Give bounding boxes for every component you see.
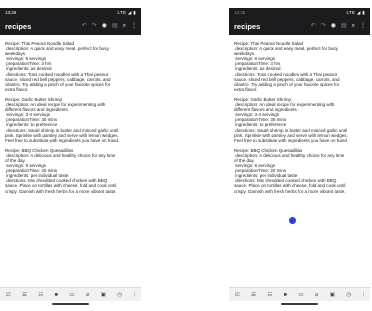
bullet-list-icon[interactable]: ☰ xyxy=(251,288,256,302)
recipe-block: Recipe: Garlic Butter Shrimp description… xyxy=(234,97,366,143)
search-icon[interactable]: ⌕ xyxy=(123,22,126,31)
app-bar-actions: ↶ ↷ ◉ ▤ ⌕ ⋮ xyxy=(82,22,137,31)
more-icon[interactable]: ⁝ xyxy=(133,288,135,302)
preview-icon[interactable]: ◉ xyxy=(102,22,107,31)
app-bar: recipes ↶ ↷ ◉ ▤ ⌕ ⋮ xyxy=(229,18,370,35)
formatting-toolbar: ☑ ☰ ☷ ■ ▭ ⌀ ▣ ◷ ⁝ xyxy=(229,287,370,301)
redo-icon[interactable]: ↷ xyxy=(321,22,326,31)
recipe-line: pink. Sprinkle with parsley and serve wi… xyxy=(5,132,119,138)
recipe-block: Recipe: BBQ Chicken Quesadillas descript… xyxy=(234,148,366,194)
status-time: 13:25 xyxy=(234,10,246,15)
phone-screen-left: 13:25 LTE ◢ ▮ recipes ↶ ↷ ◉ ▤ ⌕ ⋮ Recipe… xyxy=(0,8,141,308)
home-gesture-pill[interactable] xyxy=(52,303,89,305)
table-icon[interactable]: ▭ xyxy=(69,288,74,302)
gesture-nav-bar xyxy=(0,301,141,308)
status-bar: 13:25 LTE ◢ ▮ xyxy=(229,8,370,18)
attachment-icon[interactable]: ⌀ xyxy=(86,288,89,302)
note-editor[interactable]: Recipe: Thai Peanut Noodle Salad descrip… xyxy=(0,35,141,287)
undo-icon[interactable]: ↶ xyxy=(311,22,316,31)
recipe-line: Feel free to substitute with ingredients… xyxy=(5,137,120,143)
app-bar-actions: ↶ ↷ ◉ ▤ ⌕ ⋮ xyxy=(311,22,366,31)
numbered-list-icon[interactable]: ☷ xyxy=(267,288,272,302)
recipe-line: Feel free to substitute with ingredients… xyxy=(234,137,349,143)
clock-icon[interactable]: ◷ xyxy=(346,288,351,302)
note-title: recipes xyxy=(234,22,261,31)
recipe-line: crispy. Garnish with fresh herbs for a m… xyxy=(5,188,117,194)
status-icons: LTE ◢ ▮ xyxy=(117,10,136,15)
clock-icon[interactable]: ◷ xyxy=(117,288,122,302)
recipe-block: Recipe: Thai Peanut Noodle Salad descrip… xyxy=(5,41,137,92)
recipe-line: directions: Sauté shrimp in butter and m… xyxy=(5,127,119,133)
bold-icon[interactable]: ■ xyxy=(284,288,287,302)
recipe-line: crispy. Garnish with fresh herbs for a m… xyxy=(234,188,346,194)
more-vert-icon[interactable]: ⋮ xyxy=(131,22,137,31)
note-title: recipes xyxy=(5,22,32,31)
touch-indicator xyxy=(289,217,296,224)
preview-icon[interactable]: ◉ xyxy=(331,22,336,31)
numbered-list-icon[interactable]: ☷ xyxy=(38,288,43,302)
status-time: 13:25 xyxy=(5,10,17,15)
recipe-block: Recipe: BBQ Chicken Quesadillas descript… xyxy=(5,148,137,194)
undo-icon[interactable]: ↶ xyxy=(82,22,87,31)
phone-screen-right: 13:25 LTE ◢ ▮ recipes ↶ ↷ ◉ ▤ ⌕ ⋮ Recipe… xyxy=(229,8,370,308)
more-icon[interactable]: ⁝ xyxy=(362,288,364,302)
attachment-icon[interactable]: ⌀ xyxy=(315,288,318,302)
home-gesture-pill[interactable] xyxy=(281,303,318,305)
checkbox-icon[interactable]: ☑ xyxy=(235,288,240,302)
recipe-line: directions: Sauté shrimp in butter and m… xyxy=(234,127,348,133)
status-bar: 13:25 LTE ◢ ▮ xyxy=(0,8,141,18)
recipe-line: extra flavor. xyxy=(5,86,29,92)
table-icon[interactable]: ▭ xyxy=(298,288,303,302)
note-editor[interactable]: Recipe: Thai Peanut Noodle Salad descrip… xyxy=(229,35,370,287)
more-vert-icon[interactable]: ⋮ xyxy=(360,22,366,31)
bullet-list-icon[interactable]: ☰ xyxy=(22,288,27,302)
recipe-block: Recipe: Thai Peanut Noodle Salad descrip… xyxy=(234,41,366,92)
checkbox-icon[interactable]: ☑ xyxy=(6,288,11,302)
image-icon[interactable]: ▣ xyxy=(101,288,106,302)
recipe-block: Recipe: Garlic Butter Shrimp description… xyxy=(5,97,137,143)
gesture-nav-bar xyxy=(229,301,370,308)
bold-icon[interactable]: ■ xyxy=(55,288,58,302)
recipe-line: extra flavor. xyxy=(234,86,258,92)
recipe-line: pink. Sprinkle with parsley and serve wi… xyxy=(234,132,348,138)
read-mode-icon[interactable]: ▤ xyxy=(341,22,347,31)
status-icons: LTE ◢ ▮ xyxy=(346,10,365,15)
search-icon[interactable]: ⌕ xyxy=(352,22,355,31)
app-bar: recipes ↶ ↷ ◉ ▤ ⌕ ⋮ xyxy=(0,18,141,35)
formatting-toolbar: ☑ ☰ ☷ ■ ▭ ⌀ ▣ ◷ ⁝ xyxy=(0,287,141,301)
read-mode-icon[interactable]: ▤ xyxy=(112,22,118,31)
image-icon[interactable]: ▣ xyxy=(330,288,335,302)
redo-icon[interactable]: ↷ xyxy=(92,22,97,31)
